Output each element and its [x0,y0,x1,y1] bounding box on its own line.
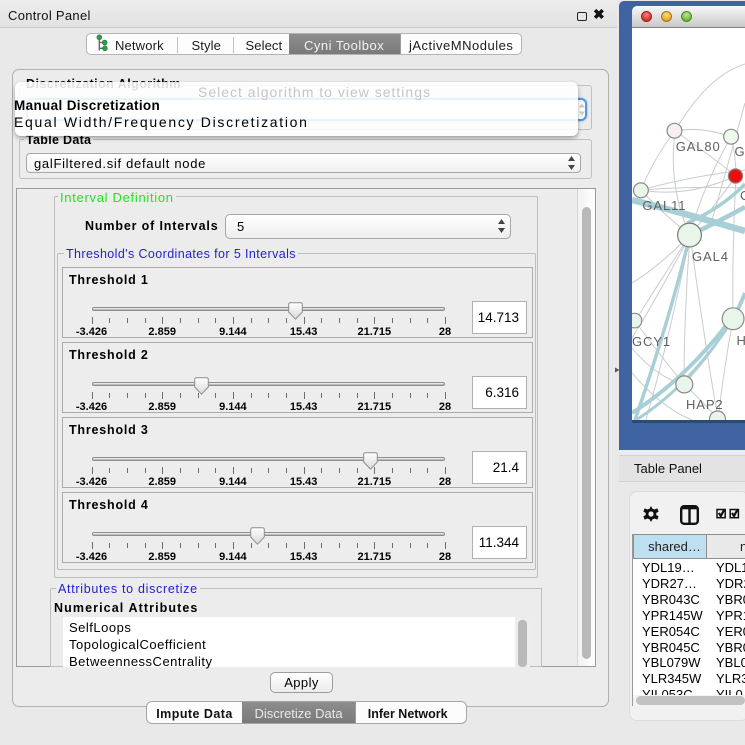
svg-text:H: H [737,333,745,348]
svg-text:GA: GA [735,144,745,159]
svg-text:C: C [740,188,745,203]
svg-text:HAP2: HAP2 [686,397,724,412]
svg-text:GAL4: GAL4 [692,249,729,264]
svg-text:GAL11: GAL11 [642,198,686,213]
svg-text:GAL80: GAL80 [676,139,721,154]
svg-text:GCY1: GCY1 [632,334,671,349]
